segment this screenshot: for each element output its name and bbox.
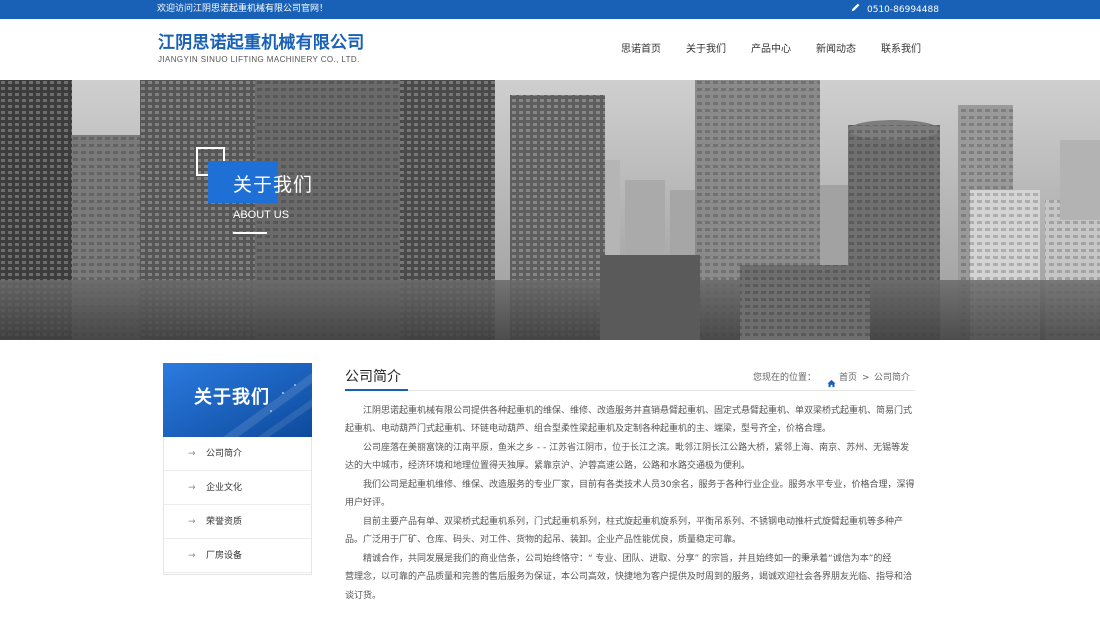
banner-title: 关于我们 xyxy=(233,174,314,196)
paragraph-line: 品。广泛用于厂矿、仓库、码头、对工件、货物的起吊、装卸。企业产品性能优良，质量稳… xyxy=(345,535,742,545)
arrow-right-icon: → xyxy=(188,551,196,561)
sidebar-item-label: 厂房设备 xyxy=(206,551,243,561)
nav-item-home[interactable]: 思诺首页 xyxy=(621,43,661,57)
sidebar-item-label: 荣誉资质 xyxy=(206,517,243,527)
welcome-text: 欢迎访问江阴思诺起重机械有限公司官网！ xyxy=(157,4,329,14)
home-icon xyxy=(827,373,836,388)
nav-item-about[interactable]: 关于我们 xyxy=(686,43,726,57)
breadcrumb-prefix: 您现在的位置： xyxy=(753,373,817,383)
banner-divider xyxy=(233,232,267,234)
nav-item-contact[interactable]: 联系我们 xyxy=(881,43,921,57)
paragraph-line: 公司座落在美丽富饶的江南平原，鱼米之乡 - - 江苏省江阴市，位于长江之滨。毗邻… xyxy=(363,443,910,453)
paragraph-line: 营理念，以可靠的产品质量和完善的售后服务为保证，本公司高效，快捷地为客户提供及时… xyxy=(345,572,913,582)
paragraph-line: 我们公司是起重机维修、维保、改造服务的专业厂家，目前有各类技术人员30余名，服务… xyxy=(363,480,915,490)
city-skyline-image xyxy=(0,80,1100,340)
arrow-right-icon: → xyxy=(188,449,196,459)
page-banner: 关于我们 ABOUT US xyxy=(0,80,1100,340)
paragraph-line: 达的大中城市，经济环境和地理位置得天独厚。紧靠京沪、沪蓉高速公路，公路和水路交通… xyxy=(345,461,751,471)
sidebar-title: 关于我们 xyxy=(194,387,270,408)
phone-contact: 0510-86994488 xyxy=(850,2,939,18)
page-title: 公司简介 xyxy=(345,369,401,385)
paragraph-line: 江阴思诺起重机械有限公司提供各种起重机的维保、维修、改造服务并直销悬臂起重机、固… xyxy=(363,406,913,416)
content-title-rule xyxy=(345,390,915,391)
page-title-underline xyxy=(345,389,408,391)
main-nav: 思诺首页 关于我们 产品中心 新闻动态 联系我们 xyxy=(0,43,1100,57)
breadcrumb-separator: > xyxy=(862,373,870,383)
site-header: 江阴思诺起重机械有限公司 JIANGYIN SINUO LIFTING MACH… xyxy=(0,19,1100,80)
paragraph-line: 谈订货。 xyxy=(345,591,382,601)
nav-item-news[interactable]: 新闻动态 xyxy=(816,43,856,57)
sidebar-item-corporate-culture[interactable]: → 企业文化 xyxy=(164,471,311,505)
sidebar-header: 关于我们 xyxy=(163,363,312,437)
sidebar-item-label: 企业文化 xyxy=(206,483,243,493)
pencil-icon xyxy=(850,2,861,18)
paragraph-line: 目前主要产品有单、双梁桥式起重机系列，门式起重机系列，柱式旋起重机旋系列，平衡吊… xyxy=(363,517,904,527)
nav-item-products[interactable]: 产品中心 xyxy=(751,43,791,57)
paragraph-line: 起重机、电动葫芦门式起重机、环链电动葫芦、组合型柔性梁起重机及定制各种起重机的主… xyxy=(345,424,832,434)
banner-subtitle: ABOUT US xyxy=(233,209,290,221)
sidebar-item-label: 公司简介 xyxy=(206,449,243,459)
breadcrumb-current: 公司简介 xyxy=(874,373,911,383)
phone-number: 0510-86994488 xyxy=(867,4,939,15)
sidebar-item-honors[interactable]: → 荣誉资质 xyxy=(164,505,311,539)
top-bar: 欢迎访问江阴思诺起重机械有限公司官网！ 0510-86994488 xyxy=(0,0,1100,19)
breadcrumb-home-link[interactable]: 首页 xyxy=(839,372,857,384)
sidebar-item-company-profile[interactable]: → 公司简介 xyxy=(164,437,311,471)
paragraph-line: 用户好评。 xyxy=(345,498,391,508)
sidebar-item-facilities[interactable]: → 厂房设备 xyxy=(164,539,311,573)
arrow-right-icon: → xyxy=(188,483,196,493)
paragraph-line: 精诚合作，共同发展是我们的商业信条，公司始终恪守：“ 专业、团队、进取、分享” … xyxy=(363,554,892,564)
arrow-right-icon: → xyxy=(188,517,196,527)
